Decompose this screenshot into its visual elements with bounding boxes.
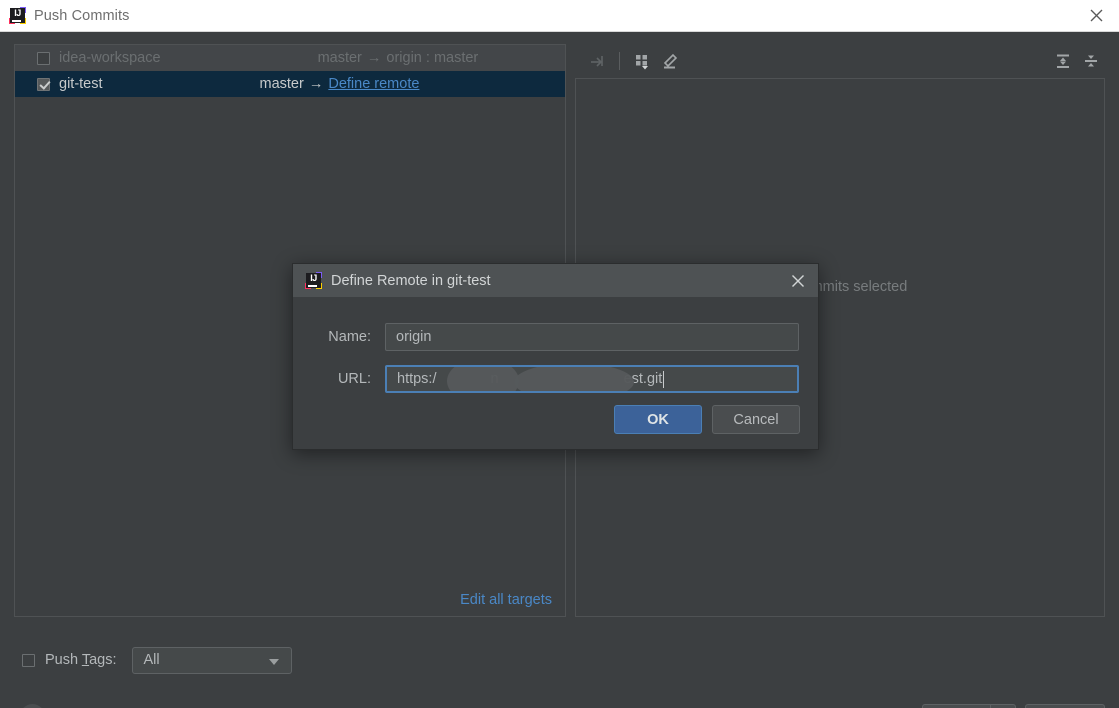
push-target: origin : master	[386, 50, 479, 66]
window-titlebar: IJ Push Commits	[0, 0, 1119, 32]
edit-icon	[663, 53, 678, 69]
collapse-all-button[interactable]	[1077, 48, 1105, 74]
cancel-button[interactable]: Cancel	[1025, 704, 1105, 708]
group-by-icon	[636, 55, 648, 70]
toolbar-separator	[619, 52, 620, 70]
expand-all-icon	[1057, 54, 1069, 68]
push-tags-selected-value: All	[143, 652, 160, 668]
url-input[interactable]: https:/ n est.git	[385, 365, 799, 393]
redaction-blob	[447, 367, 519, 391]
push-tags-label: Push Tags:	[45, 652, 117, 668]
table-row[interactable]: idea-workspace master → origin : master	[15, 45, 565, 71]
window-title: Push Commits	[34, 7, 130, 24]
edit-button[interactable]	[656, 48, 684, 74]
close-icon	[792, 275, 804, 287]
dialog-body: Name: origin URL: https:/ n est.git OK C…	[293, 297, 818, 450]
dialog-titlebar: IJ Define Remote in git-test	[293, 264, 818, 297]
define-remote-dialog: IJ Define Remote in git-test Name: origi…	[292, 263, 819, 450]
app-icon: IJ	[9, 7, 26, 24]
repository-name: git-test	[59, 76, 103, 92]
arrow-icon: →	[366, 50, 382, 66]
collapse-all-icon	[1085, 55, 1097, 67]
push-tags-row: Push Tags: All	[22, 646, 292, 674]
push-tags-select[interactable]: All	[131, 646, 292, 674]
close-icon	[1090, 9, 1102, 22]
expand-all-button[interactable]	[1049, 48, 1077, 74]
row-checkbox[interactable]	[37, 51, 50, 65]
source-branch: master	[259, 76, 304, 92]
push-button[interactable]: Push	[922, 704, 990, 708]
dialog-buttons: OK Cancel	[614, 405, 800, 434]
push-options-button[interactable]	[990, 704, 1016, 708]
dialog-close-button[interactable]	[786, 269, 810, 293]
name-field-row: Name: origin	[293, 323, 799, 351]
push-tags-checkbox[interactable]	[22, 653, 35, 667]
url-field-row: URL: https:/ n est.git	[293, 365, 799, 393]
name-label: Name:	[328, 329, 371, 345]
chevron-down-icon	[268, 658, 279, 665]
text-cursor	[663, 370, 665, 388]
url-input-value-prefix: https:/	[397, 371, 437, 387]
url-label: URL:	[337, 371, 371, 387]
collapse-to-left-icon	[591, 56, 603, 67]
row-checkbox[interactable]	[37, 77, 50, 91]
redaction-blob	[514, 367, 634, 391]
dialog-cancel-button[interactable]: Cancel	[712, 405, 800, 434]
dialog-app-icon: IJ	[305, 272, 322, 289]
collapse-to-left-button[interactable]	[583, 48, 611, 74]
repository-name: idea-workspace	[59, 50, 161, 66]
arrow-icon: →	[308, 76, 324, 92]
commit-toolbar	[575, 44, 1105, 78]
help-button[interactable]: ?	[20, 704, 45, 708]
source-branch: master	[317, 50, 362, 66]
push-split-button[interactable]: Push	[922, 704, 1016, 708]
dialog-action-buttons: Push Cancel	[922, 704, 1105, 708]
group-by-button[interactable]	[628, 48, 656, 74]
ok-button[interactable]: OK	[614, 405, 702, 434]
define-remote-link[interactable]: Define remote	[328, 76, 419, 92]
table-row[interactable]: git-test master → Define remote	[15, 71, 565, 97]
dialog-title: Define Remote in git-test	[331, 272, 491, 289]
window-close-button[interactable]	[1073, 0, 1119, 31]
name-input-value: origin	[396, 329, 432, 345]
name-input[interactable]: origin	[385, 323, 799, 351]
edit-all-targets-link[interactable]: Edit all targets	[460, 592, 552, 608]
